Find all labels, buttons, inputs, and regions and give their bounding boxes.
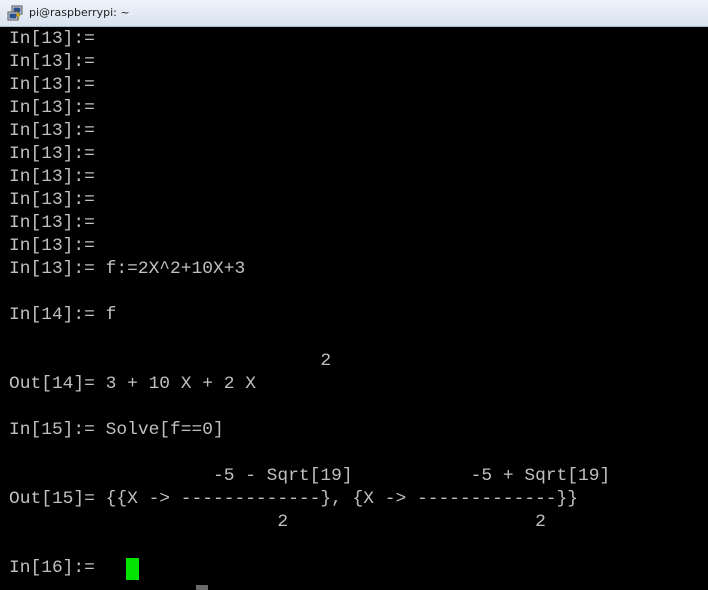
- terminal-line: In[16]:=: [9, 558, 106, 578]
- terminal-line: In[13]:=: [9, 121, 95, 141]
- terminal-line: 2: [9, 351, 332, 371]
- terminal-line: In[13]:=: [9, 29, 95, 49]
- terminal-line: Out[14]= 3 + 10 X + 2 X: [9, 374, 256, 394]
- terminal-line: In[13]:=: [9, 213, 95, 233]
- terminal-line: In[13]:= f:=2X^2+10X+3: [9, 259, 246, 279]
- terminal-window: pi@raspberrypi: ~ In[13]:= In[13]:= In[1…: [0, 0, 708, 590]
- terminal-line: In[13]:=: [9, 167, 95, 187]
- terminal-line: Out[15]= {{X -> -------------}, {X -> --…: [9, 489, 579, 509]
- text-cursor: [126, 558, 139, 580]
- scrollbar-thumb[interactable]: [196, 585, 208, 590]
- terminal-line: 2 2: [9, 512, 546, 532]
- terminal-line: In[13]:=: [9, 52, 95, 72]
- terminal-line: -5 - Sqrt[19] -5 + Sqrt[19]: [9, 466, 611, 486]
- terminal-line: In[13]:=: [9, 190, 95, 210]
- terminal-line: In[13]:=: [9, 75, 95, 95]
- terminal-line: In[13]:=: [9, 98, 95, 118]
- window-title: pi@raspberrypi: ~: [29, 6, 130, 19]
- title-bar[interactable]: pi@raspberrypi: ~: [0, 0, 708, 27]
- terminal-output[interactable]: In[13]:= In[13]:= In[13]:= In[13]:= In[1…: [0, 27, 708, 590]
- putty-icon: [7, 5, 23, 21]
- terminal-line: In[13]:=: [9, 144, 95, 164]
- terminal-line: In[14]:= f: [9, 305, 117, 325]
- terminal-line: In[13]:=: [9, 236, 95, 256]
- terminal-line: In[15]:= Solve[f==0]: [9, 420, 224, 440]
